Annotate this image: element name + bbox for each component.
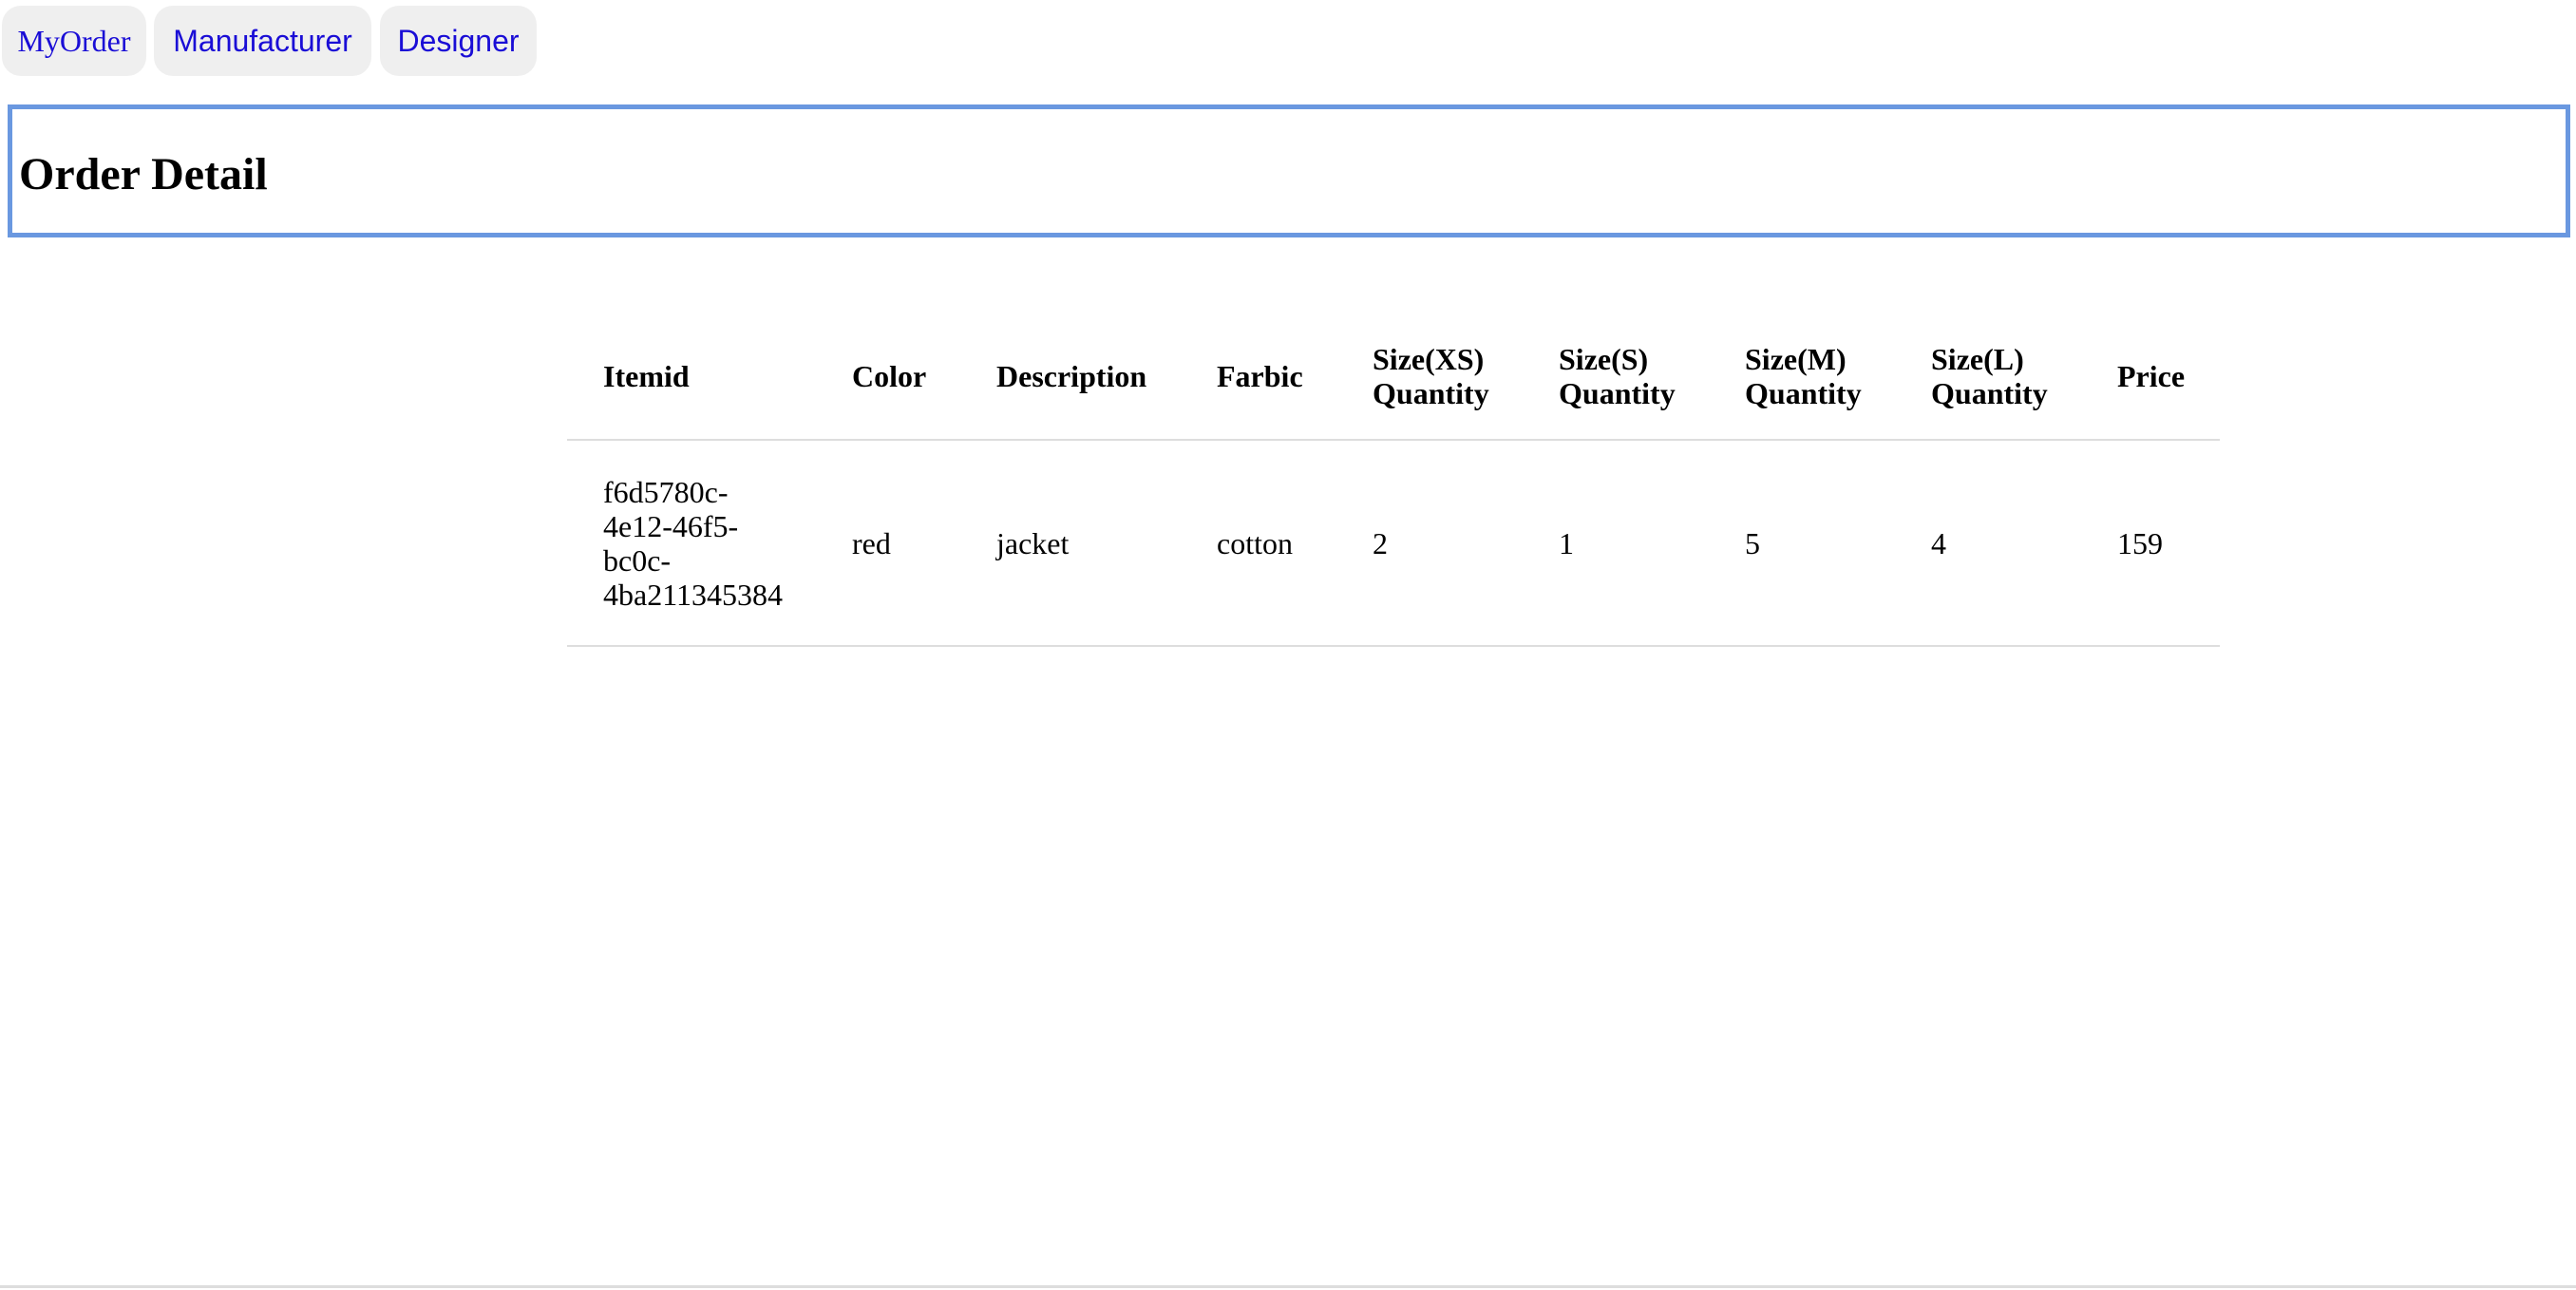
cell-color: red xyxy=(816,440,960,647)
page-title: Order Detail xyxy=(19,149,268,199)
cell-size-l-quantity: 4 xyxy=(1895,440,2081,647)
header-line: Size(L) xyxy=(1931,342,2024,376)
nav-manufacturer-button[interactable]: Manufacturer xyxy=(154,6,371,76)
header-line: Size(S) xyxy=(1559,342,1649,376)
header-line: Quantity xyxy=(1559,376,1676,410)
nav-designer-button[interactable]: Designer xyxy=(380,6,537,76)
table-header-row: Itemid Color Description Farbic Size(XS)… xyxy=(567,313,2220,441)
itemid-line: 4ba211345384 xyxy=(603,577,784,612)
header-line: Quantity xyxy=(1745,376,1862,410)
header-line: Quantity xyxy=(1931,376,2048,410)
header-line: Size(M) xyxy=(1745,342,1847,376)
column-header-itemid: Itemid xyxy=(567,313,816,441)
order-detail-table: Itemid Color Description Farbic Size(XS)… xyxy=(567,313,2220,647)
order-detail-header: Order Detail xyxy=(8,104,2570,237)
column-header-size-l-quantity: Size(L) Quantity xyxy=(1895,313,2081,441)
cell-description: jacket xyxy=(960,440,1181,647)
table-row: f6d5780c- 4e12-46f5- bc0c- 4ba211345384 … xyxy=(567,440,2220,647)
cell-size-s-quantity: 1 xyxy=(1523,440,1709,647)
column-header-price: Price xyxy=(2081,313,2220,441)
column-header-size-xs-quantity: Size(XS) Quantity xyxy=(1336,313,1523,441)
itemid-line: 4e12-46f5- xyxy=(603,508,739,543)
cell-price: 159 xyxy=(2081,440,2220,647)
column-header-description: Description xyxy=(960,313,1181,441)
header-line: Size(XS) xyxy=(1373,342,1485,376)
cell-itemid: f6d5780c- 4e12-46f5- bc0c- 4ba211345384 xyxy=(567,440,816,647)
cell-size-xs-quantity: 2 xyxy=(1336,440,1523,647)
column-header-fabric: Farbic xyxy=(1181,313,1336,441)
column-header-color: Color xyxy=(816,313,960,441)
cell-size-m-quantity: 5 xyxy=(1709,440,1895,647)
column-header-size-s-quantity: Size(S) Quantity xyxy=(1523,313,1709,441)
nav-myorder-button[interactable]: MyOrder xyxy=(2,6,146,76)
bottom-divider xyxy=(0,1285,2576,1288)
itemid-line: bc0c- xyxy=(603,542,672,578)
column-header-size-m-quantity: Size(M) Quantity xyxy=(1709,313,1895,441)
top-nav: MyOrder Manufacturer Designer xyxy=(0,0,2576,85)
cell-fabric: cotton xyxy=(1181,440,1336,647)
itemid-line: f6d5780c- xyxy=(603,474,729,509)
header-line: Quantity xyxy=(1373,376,1489,410)
